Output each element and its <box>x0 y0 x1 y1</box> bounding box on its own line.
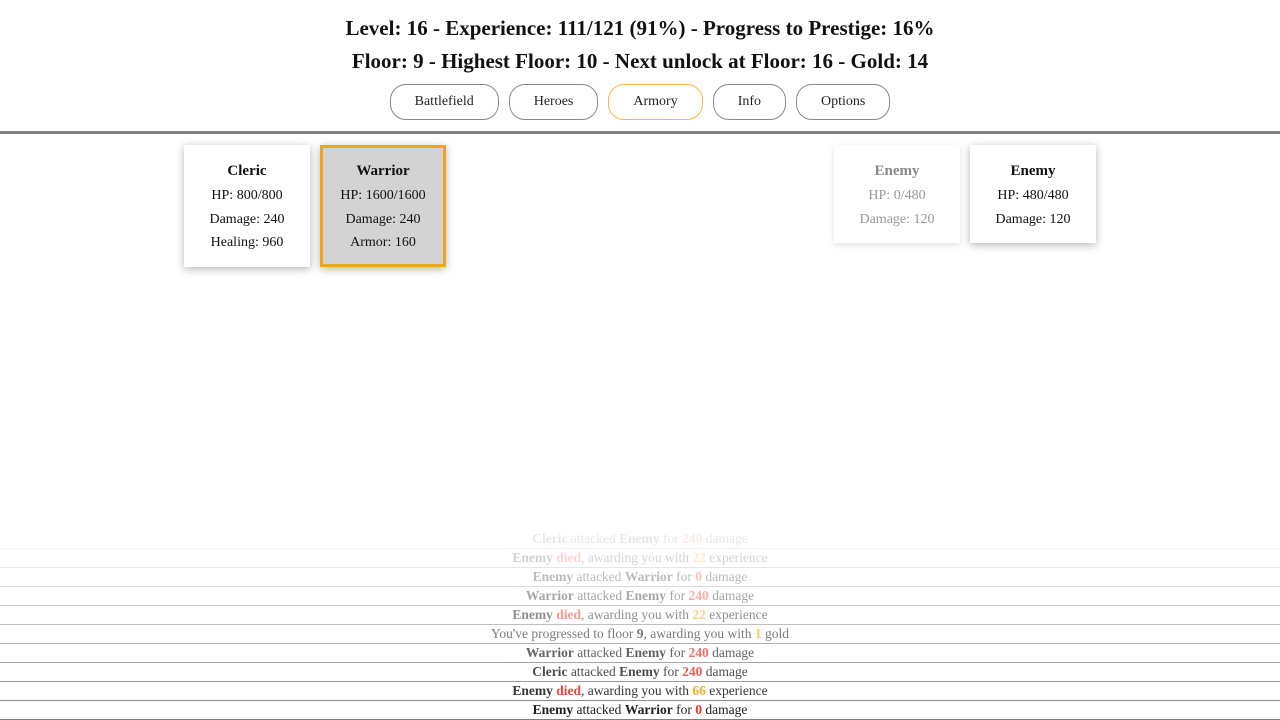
status-header: Level: 16 - Experience: 111/121 (91%) - … <box>0 0 1280 120</box>
log-entry: Warrior attacked Enemy for 240 damage <box>0 644 1280 663</box>
hero-damage: Damage: 240 <box>209 211 285 227</box>
log-actor: Warrior <box>624 702 673 717</box>
log-actor: 9 <box>636 626 644 641</box>
log-actor: Warrior <box>525 588 574 603</box>
hero-armor: Armor: 160 <box>350 235 416 250</box>
log-entry: Cleric attacked Enemy for 240 damage <box>0 530 1280 549</box>
log-damage-value: 240 <box>682 531 703 546</box>
combat-log: Cleric attacked Enemy for 240 damage Enem… <box>0 530 1280 720</box>
log-entry: Enemy died, awarding you with 22 experie… <box>0 606 1280 625</box>
log-damage-value: died <box>556 607 581 622</box>
log-text: , awarding you with <box>580 683 693 698</box>
log-experience-value: 66 <box>692 683 706 698</box>
log-damage-value: 240 <box>688 588 709 603</box>
level-experience-status: Level: 16 - Experience: 111/121 (91%) - … <box>345 16 935 40</box>
log-actor: Enemy <box>532 702 574 717</box>
log-actor: Enemy <box>625 645 667 660</box>
log-actor: Cleric <box>532 664 568 679</box>
log-entry: Enemy died, awarding you with 66 experie… <box>0 682 1280 701</box>
tab-options[interactable]: Options <box>796 84 891 120</box>
log-damage-value: 240 <box>688 645 709 660</box>
log-text: experience <box>705 607 768 622</box>
hero-hp: HP: 1600/1600 <box>340 188 426 203</box>
log-text: damage <box>702 531 748 546</box>
log-damage-value: died <box>556 550 581 565</box>
hero-name: Warrior <box>356 163 410 179</box>
enemy-card[interactable]: Enemy HP: 480/480 Damage: 120 <box>970 145 1096 243</box>
hero-hp: HP: 800/800 <box>211 188 283 203</box>
hero-name: Cleric <box>227 163 267 179</box>
log-text: attacked <box>573 569 625 584</box>
log-entry: You've progressed to floor 9, awarding y… <box>0 625 1280 644</box>
log-experience-value: 22 <box>692 550 706 565</box>
tab-battlefield[interactable]: Battlefield <box>389 84 499 120</box>
enemy-name: Enemy <box>874 163 920 179</box>
log-text: , awarding you with <box>580 607 693 622</box>
hero-card-warrior[interactable]: Warrior HP: 1600/1600 Damage: 240 Armor:… <box>320 145 446 267</box>
hero-card-cleric[interactable]: Cleric HP: 800/800 Damage: 240 Healing: … <box>184 145 310 267</box>
log-text: damage <box>702 664 748 679</box>
log-gold-value: 1 <box>754 626 762 641</box>
enemy-damage: Damage: 120 <box>995 211 1071 227</box>
log-entry: Warrior attacked Enemy for 240 damage <box>0 587 1280 606</box>
log-damage-value: died <box>556 683 581 698</box>
log-text: for <box>666 588 689 603</box>
log-actor: Enemy <box>512 607 553 622</box>
log-experience-value: 22 <box>692 607 706 622</box>
log-text: for <box>672 702 696 717</box>
log-actor: Cleric <box>532 531 568 546</box>
log-actor: Enemy <box>512 683 553 698</box>
hero-damage: Damage: 240 <box>345 211 421 227</box>
enemy-damage: Damage: 120 <box>859 211 935 227</box>
log-text: for <box>659 664 683 679</box>
log-text: You've progressed to floor <box>490 626 637 641</box>
log-text: , awarding you with <box>643 626 755 641</box>
log-text: , awarding you with <box>580 550 693 565</box>
log-text: damage <box>708 645 755 660</box>
log-text: attacked <box>567 664 620 679</box>
log-entry: Cleric attacked Enemy for 240 damage <box>0 663 1280 682</box>
log-text: damage <box>708 588 755 603</box>
log-actor: Enemy <box>625 588 667 603</box>
log-text: damage <box>702 569 748 584</box>
log-text: for <box>659 531 683 546</box>
tab-info[interactable]: Info <box>712 84 787 120</box>
log-damage-value: 240 <box>682 664 703 679</box>
log-actor: Enemy <box>619 531 660 546</box>
log-text: attacked <box>567 531 620 546</box>
tab-heroes[interactable]: Heroes <box>508 84 599 120</box>
log-entry: Enemy attacked Warrior for 0 damage <box>0 701 1280 720</box>
enemy-hp: HP: 0/480 <box>868 188 926 203</box>
log-text: attacked <box>573 588 626 603</box>
log-actor: Warrior <box>525 645 574 660</box>
log-text: experience <box>705 683 768 698</box>
log-text: damage <box>702 702 748 717</box>
enemy-name: Enemy <box>1010 163 1056 179</box>
log-text: gold <box>761 626 790 641</box>
log-text: attacked <box>573 702 625 717</box>
tab-armory[interactable]: Armory <box>608 84 703 120</box>
log-text: experience <box>705 550 768 565</box>
log-actor: Enemy <box>532 569 574 584</box>
log-text: attacked <box>573 645 626 660</box>
hero-healing: Healing: 960 <box>210 235 284 250</box>
main-tabs: Battlefield Heroes Armory Info Options <box>0 84 1280 120</box>
floor-gold-status: Floor: 9 - Highest Floor: 10 - Next unlo… <box>351 49 929 73</box>
log-actor: Enemy <box>619 664 660 679</box>
log-entry: Enemy died, awarding you with 22 experie… <box>0 549 1280 568</box>
log-actor: Warrior <box>624 569 673 584</box>
enemy-hp: HP: 480/480 <box>997 188 1069 203</box>
log-text: for <box>666 645 689 660</box>
log-entry: Enemy attacked Warrior for 0 damage <box>0 568 1280 587</box>
enemy-card-dead[interactable]: Enemy HP: 0/480 Damage: 120 <box>834 145 960 243</box>
log-text: for <box>672 569 696 584</box>
log-actor: Enemy <box>512 550 553 565</box>
header-divider <box>0 131 1280 134</box>
